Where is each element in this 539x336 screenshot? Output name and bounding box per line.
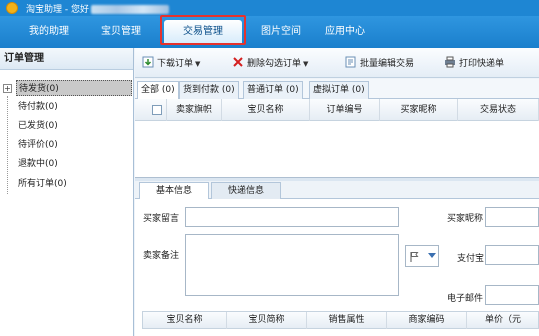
grid-col-seller-flag[interactable]: 卖家旗帜 — [167, 99, 222, 121]
buyer-message-label: 买家留言 — [143, 214, 180, 224]
select-all-checkbox[interactable] — [152, 105, 162, 115]
tree-item-pending-payment[interactable]: 待付款(0) — [16, 99, 132, 115]
window-title: 淘宝助理 - 您好 — [26, 2, 169, 15]
grid-col-order-number[interactable]: 订单编号 — [310, 99, 380, 121]
grid-col-select — [135, 99, 167, 121]
email-field[interactable] — [485, 285, 539, 305]
tab-express-info[interactable]: 快递信息 — [211, 182, 281, 199]
blurred-username — [90, 5, 169, 14]
batch-edit-button[interactable]: 批量编辑交易 — [345, 56, 414, 72]
flag-selector[interactable] — [405, 245, 439, 267]
tree-item-pending-review[interactable]: 待评价(0) — [16, 137, 132, 153]
dropdown-arrow-icon[interactable]: ▼ — [303, 60, 308, 68]
tab-basic-info[interactable]: 基本信息 — [139, 182, 209, 200]
buyer-nick-field[interactable] — [485, 207, 539, 227]
buyer-message-field[interactable] — [185, 207, 399, 227]
sidebar-title: 订单管理 — [0, 48, 133, 70]
items-col-sales-attr[interactable]: 销售属性 — [307, 312, 387, 329]
items-col-unit-price[interactable]: 单价（元 — [467, 312, 539, 329]
tree-item-all-orders[interactable]: 所有订单(0) — [16, 176, 132, 192]
flag-icon — [410, 252, 419, 262]
items-table-header: 宝贝名称 宝贝简称 销售属性 商家编码 单价（元 — [142, 311, 539, 329]
print-express-label: 打印快递单 — [459, 59, 505, 69]
grid-col-trade-status[interactable]: 交易状态 — [458, 99, 539, 121]
tab-all[interactable]: 全部 (0) — [137, 81, 179, 100]
items-col-name[interactable]: 宝贝名称 — [143, 312, 227, 329]
download-orders-label: 下载订单 — [157, 59, 194, 69]
print-express-button[interactable]: 打印快递单 — [444, 56, 504, 72]
printer-icon — [445, 56, 455, 68]
nav-tab-item-management[interactable]: 宝贝管理 — [86, 20, 156, 44]
nav-tab-picture-space[interactable]: 图片空间 — [246, 20, 316, 44]
toolbar: 下载订单 ▼ 删除勾选订单 ▼ 批量编辑交易 打印快递单 — [135, 48, 539, 78]
detail-tabs: 基本信息 快递信息 — [135, 181, 539, 200]
orders-grid: 卖家旗帜 宝贝名称 订单编号 买家昵称 交易状态 — [135, 99, 539, 177]
tree-item-pending-shipment[interactable]: 待发货(0) — [16, 80, 132, 96]
main-nav: 我的助理 宝贝管理 交易管理 图片空间 应用中心 — [0, 16, 539, 48]
red-x-icon — [233, 57, 243, 67]
tree-connector — [7, 96, 8, 194]
seller-note-field[interactable] — [185, 234, 399, 296]
nav-tab-trade-management[interactable]: 交易管理 — [164, 20, 242, 44]
delete-orders-label: 删除勾选订单 — [247, 59, 302, 69]
download-orders-button[interactable]: 下载订单 ▼ — [142, 56, 200, 72]
seller-note-label: 卖家备注 — [143, 251, 180, 261]
batch-edit-label: 批量编辑交易 — [360, 59, 415, 69]
order-tabs: 全部 (0) 货到付款 (0) 普通订单 (0) 虚拟订单 (0) — [135, 79, 539, 100]
dropdown-arrow-icon[interactable]: ▼ — [195, 60, 200, 68]
tab-normal-orders[interactable]: 普通订单 (0) — [243, 81, 303, 99]
grid-col-buyer-nick[interactable]: 买家昵称 — [380, 99, 458, 121]
expand-icon[interactable]: + — [3, 84, 12, 93]
tree-item-refunding[interactable]: 退款中(0) — [16, 156, 132, 172]
items-col-merchant-code[interactable]: 商家编码 — [387, 312, 467, 329]
delete-checked-orders-button[interactable]: 删除勾选订单 ▼ — [232, 56, 308, 72]
alipay-field[interactable] — [485, 245, 539, 265]
taobao-logo-icon — [6, 2, 18, 14]
sidebar: 订单管理 + 待发货(0) 待付款(0) 已发货(0) 待评价(0) 退款中(0… — [0, 48, 134, 336]
grid-header: 卖家旗帜 宝贝名称 订单编号 买家昵称 交易状态 — [135, 99, 539, 121]
chevron-down-icon — [428, 253, 436, 258]
alipay-label: 支付宝 — [457, 254, 485, 264]
items-col-short-name[interactable]: 宝贝简称 — [227, 312, 307, 329]
email-label: 电子邮件 — [447, 294, 484, 304]
edit-icon — [345, 56, 356, 68]
nav-tab-my-assistant[interactable]: 我的助理 — [14, 20, 84, 44]
tab-virtual-orders[interactable]: 虚拟订单 (0) — [309, 81, 369, 99]
title-bar: 淘宝助理 - 您好 — [0, 0, 539, 16]
nav-tab-app-center[interactable]: 应用中心 — [310, 20, 380, 44]
download-icon — [142, 56, 154, 68]
tree-item-shipped[interactable]: 已发货(0) — [16, 118, 132, 134]
tab-cod[interactable]: 货到付款 (0) — [179, 81, 239, 99]
grid-col-item-name[interactable]: 宝贝名称 — [222, 99, 310, 121]
buyer-nick-label: 买家昵称 — [447, 214, 484, 224]
